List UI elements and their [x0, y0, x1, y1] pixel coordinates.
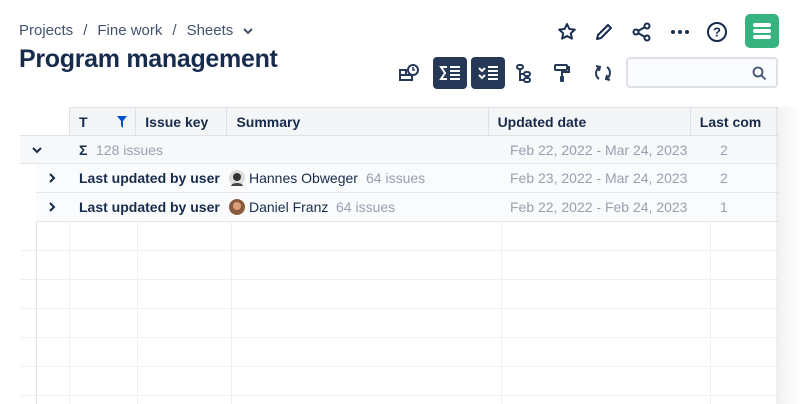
breadcrumb-sheets[interactable]: Sheets	[187, 22, 234, 39]
paint-roller-icon[interactable]	[545, 57, 579, 89]
chevron-right-icon[interactable]	[48, 202, 56, 212]
breadcrumb-projects[interactable]: Projects	[19, 22, 73, 39]
breadcrumb: Projects / Fine work / Sheets	[19, 22, 253, 39]
add-view-icon[interactable]	[392, 57, 426, 89]
group-user: Hannes Obweger	[249, 170, 358, 186]
page-title: Program management	[19, 45, 278, 73]
group-updated: Feb 23, 2022 - Mar 24, 2023	[510, 170, 688, 186]
hierarchy-icon[interactable]	[507, 57, 541, 89]
column-header-summary[interactable]: Summary	[227, 108, 489, 135]
total-updated: Feb 22, 2022 - Mar 24, 2023	[510, 141, 688, 158]
group-count: 64 issues	[336, 199, 396, 215]
group-row[interactable]: Last updated by user Daniel Franz 64 iss…	[36, 193, 778, 222]
chevron-down-icon[interactable]	[243, 27, 253, 35]
column-header-updated-date[interactable]: Updated date	[489, 108, 691, 135]
column-header-type[interactable]: T	[70, 108, 137, 135]
pencil-icon[interactable]	[590, 18, 618, 46]
sum-icon[interactable]	[433, 57, 467, 89]
total-last: 2	[720, 141, 728, 158]
search-input[interactable]	[626, 57, 778, 88]
more-icon[interactable]	[666, 18, 694, 46]
group-row[interactable]: Last updated by user Hannes Obweger 64 i…	[36, 164, 778, 193]
sheet-grid: T Issue key Summary Updated date Last co…	[20, 107, 778, 404]
group-user: Daniel Franz	[249, 199, 329, 215]
group-last: 2	[720, 170, 728, 186]
group-label: Last updated by user	[79, 170, 220, 186]
avatar	[229, 199, 245, 215]
chevron-down-icon[interactable]	[32, 146, 42, 154]
star-icon[interactable]	[553, 18, 581, 46]
group-updated: Feb 22, 2022 - Feb 24, 2023	[510, 199, 688, 215]
group-label: Last updated by user	[79, 199, 220, 215]
table-header: T Issue key Summary Updated date Last co…	[69, 107, 778, 136]
total-count: 128 issues	[96, 141, 163, 158]
checklist-icon[interactable]	[471, 57, 505, 89]
help-icon[interactable]: ?	[703, 18, 731, 46]
column-header-issue-key[interactable]: Issue key	[136, 108, 228, 135]
search-icon	[752, 66, 767, 81]
breadcrumb-fine-work[interactable]: Fine work	[97, 22, 162, 39]
group-count: 64 issues	[366, 170, 426, 186]
svg-text:?: ?	[713, 25, 721, 40]
filter-icon[interactable]	[117, 115, 128, 128]
sum-symbol: Σ	[79, 141, 88, 158]
avatar	[229, 170, 245, 186]
column-header-last-comment[interactable]: Last com	[691, 108, 778, 135]
refresh-icon[interactable]	[586, 57, 620, 89]
total-row: Σ 128 issues Feb 22, 2022 - Mar 24, 2023…	[20, 135, 778, 164]
chevron-right-icon[interactable]	[48, 173, 56, 183]
group-last: 1	[720, 199, 728, 215]
share-icon[interactable]	[628, 18, 656, 46]
scroll-shadow	[776, 107, 800, 404]
app-logo[interactable]	[745, 14, 779, 48]
